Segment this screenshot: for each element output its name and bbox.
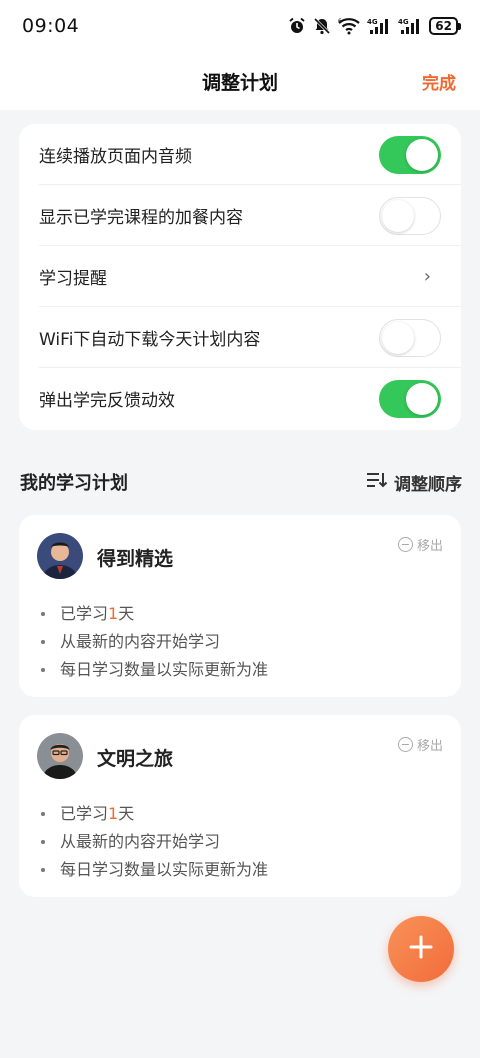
learned-suffix: 天 [118,604,135,623]
toggle-knob [382,199,414,232]
battery-icon: 62 [429,17,461,35]
plan-card[interactable]: 得到精选 移出 已学习 1 天 从最新的内容开始学习 每日学习数量以实际更新为准 [19,515,461,697]
page-title: 调整计划 [201,71,278,94]
alarm-icon [288,17,306,35]
learned-prefix: 已学习 [60,604,109,623]
plus-icon [408,934,434,964]
wifi-download-toggle[interactable] [379,318,441,357]
svg-text:4G: 4G [367,18,378,26]
reorder-label: 调整顺序 [394,474,462,495]
continuous-audio-toggle[interactable] [379,135,441,174]
settings-card: 连续播放页面内音频 显示已学完课程的加餐内容 学习提醒 › WiFi下自动下载今… [19,124,461,430]
avatar [37,533,83,579]
minus-circle-icon [397,737,413,752]
toggle-knob [382,321,414,354]
feedback-animation-toggle[interactable] [379,379,441,418]
plan-point-text: 从最新的内容开始学习 [60,632,221,651]
signal-4g-icon: 4G [398,17,422,35]
minus-circle-icon [397,537,413,552]
list-item: 每日学习数量以实际更新为准 [41,656,268,684]
add-plan-button[interactable] [388,916,454,982]
list-item: 从最新的内容开始学习 [41,628,268,656]
status-icons: 6 4G 4G 62 [288,17,461,35]
learned-prefix: 已学习 [60,804,109,823]
plan-points: 已学习 1 天 从最新的内容开始学习 每日学习数量以实际更新为准 [41,600,268,684]
list-item: 从最新的内容开始学习 [41,828,268,856]
svg-text:4G: 4G [398,18,409,26]
bullet [41,812,45,816]
done-button[interactable]: 完成 [422,69,456,94]
bullet [41,640,45,644]
setting-label: 显示已学完课程的加餐内容 [39,208,243,228]
setting-label: 弹出学完反馈动效 [39,391,175,411]
setting-row-show-extra: 显示已学完课程的加餐内容 [19,185,461,246]
toggle-knob [406,138,438,171]
plan-point-text: 每日学习数量以实际更新为准 [60,860,269,879]
reorder-button[interactable]: 调整顺序 [366,470,462,495]
remove-label: 移出 [416,739,443,754]
toggle-knob [406,382,438,415]
bullet [41,668,45,672]
setting-row-feedback-animation: 弹出学完反馈动效 [19,368,461,429]
plan-points: 已学习 1 天 从最新的内容开始学习 每日学习数量以实际更新为准 [41,800,268,884]
remove-label: 移出 [416,539,443,554]
learned-days: 1 [108,804,119,823]
wifi-icon: 6 [338,17,361,35]
plan-point-text: 每日学习数量以实际更新为准 [60,660,269,679]
plan-name: 文明之旅 [97,748,174,770]
remove-button[interactable]: 移出 [397,735,443,754]
bullet [41,840,45,844]
learned-days: 1 [108,604,119,623]
status-time: 09:04 [22,15,80,37]
bullet [41,868,45,872]
setting-row-continuous-audio: 连续播放页面内音频 [19,124,461,185]
setting-row-study-reminder[interactable]: 学习提醒 › [19,246,461,307]
plan-point-text: 从最新的内容开始学习 [60,832,221,851]
plans-section-header: 我的学习计划 调整顺序 [20,467,462,497]
nav-bar: 调整计划 完成 [0,52,480,110]
sort-icon [366,471,388,493]
status-bar: 09:04 6 4G 4G 62 [0,0,480,52]
setting-label: 学习提醒 [39,269,107,289]
list-item: 已学习 1 天 [41,600,268,628]
signal-4g-icon: 4G [367,17,391,35]
chevron-right-icon: › [423,266,431,287]
plan-card[interactable]: 文明之旅 移出 已学习 1 天 从最新的内容开始学习 每日学习数量以实际更新为准 [19,715,461,897]
setting-row-wifi-download: WiFi下自动下载今天计划内容 [19,307,461,368]
avatar [37,733,83,779]
show-extra-toggle[interactable] [379,196,441,235]
mute-icon [313,17,331,35]
list-item: 每日学习数量以实际更新为准 [41,856,268,884]
bullet [41,612,45,616]
setting-label: WiFi下自动下载今天计划内容 [39,330,261,350]
remove-button[interactable]: 移出 [397,535,443,554]
setting-label: 连续播放页面内音频 [39,147,192,167]
section-title: 我的学习计划 [20,473,128,494]
svg-text:6: 6 [338,18,342,25]
list-item: 已学习 1 天 [41,800,268,828]
learned-suffix: 天 [118,804,135,823]
plan-name: 得到精选 [97,548,174,570]
